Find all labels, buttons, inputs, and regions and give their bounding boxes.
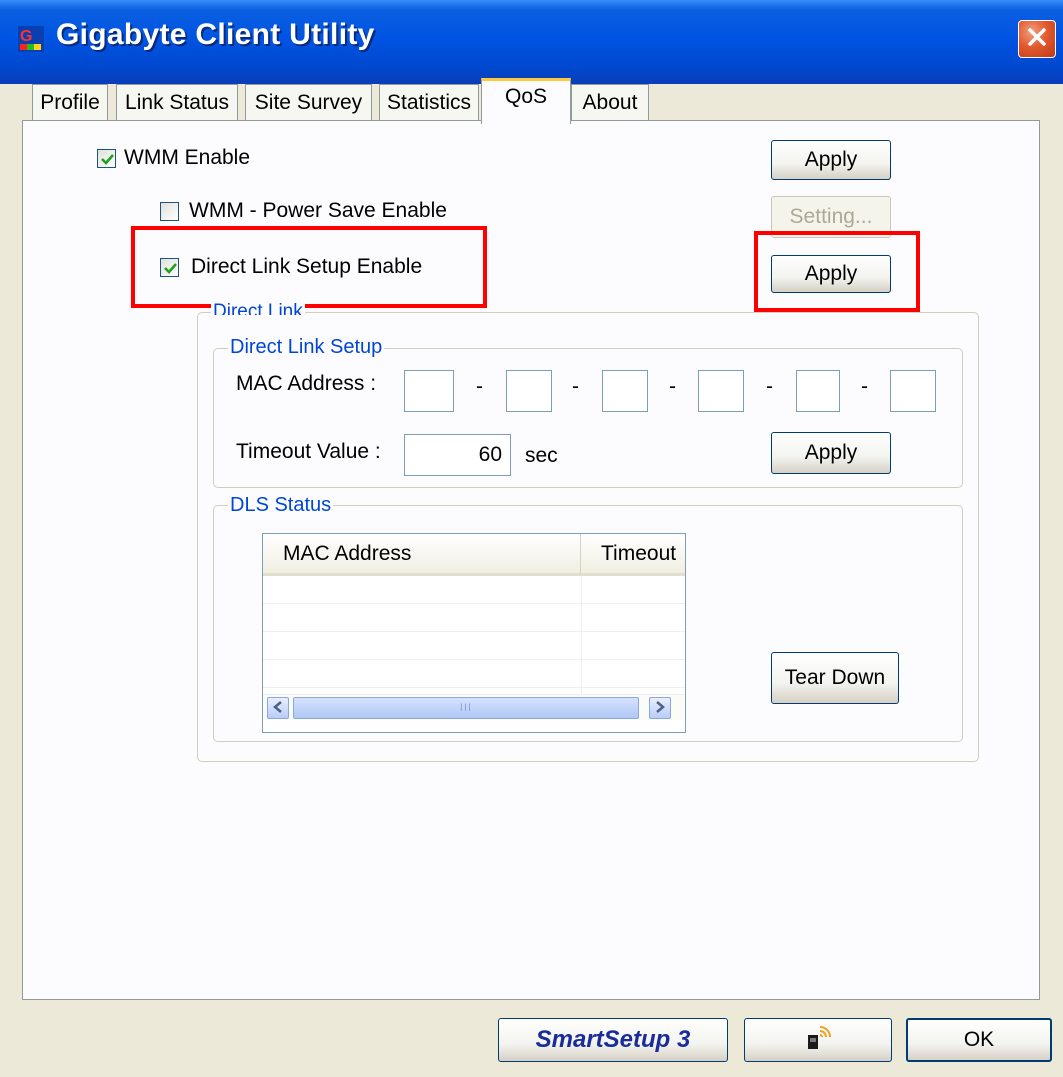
apply-setup-button[interactable]: Apply <box>771 432 891 474</box>
list-row-divider <box>263 631 685 632</box>
list-row-divider <box>263 659 685 660</box>
tear-down-button[interactable]: Tear Down <box>771 652 899 704</box>
tab-qos[interactable]: QoS <box>481 78 571 124</box>
mac-separator: - <box>861 375 868 398</box>
scroll-left-button[interactable] <box>267 697 289 719</box>
mac-separator: - <box>572 375 579 398</box>
list-row-divider <box>263 603 685 604</box>
arrow-left-icon <box>273 700 283 716</box>
mac-octet-4-input[interactable] <box>698 370 744 412</box>
smartsetup-button[interactable]: SmartSetup 3 <box>498 1018 728 1062</box>
wmm-enable-label: WMM Enable <box>124 146 251 169</box>
timeout-unit-label: sec <box>525 444 558 467</box>
timeout-value-input[interactable] <box>404 434 511 476</box>
column-header-timeout[interactable]: Timeout <box>581 534 685 576</box>
scroll-right-button[interactable] <box>649 697 671 719</box>
close-button[interactable] <box>1018 20 1056 58</box>
arrow-right-icon <box>655 700 665 716</box>
mac-separator: - <box>766 375 773 398</box>
direct-link-setup-label: Direct Link Setup <box>228 336 385 359</box>
wmm-enable-checkbox[interactable] <box>97 149 116 168</box>
tab-profile[interactable]: Profile <box>32 84 108 120</box>
horizontal-scrollbar[interactable]: III <box>263 694 685 720</box>
wireless-button[interactable] <box>744 1018 892 1062</box>
tab-site-survey[interactable]: Site Survey <box>245 84 372 120</box>
tab-statistics[interactable]: Statistics <box>379 84 479 120</box>
highlight-direct-link-checkbox <box>131 226 487 308</box>
column-divider <box>581 576 582 694</box>
tab-about[interactable]: About <box>571 84 649 120</box>
tab-link-status[interactable]: Link Status <box>116 84 238 120</box>
highlight-apply-button <box>754 231 920 312</box>
wireless-signal-icon <box>804 1023 832 1057</box>
title-bar[interactable]: G Gigabyte Client Utility <box>0 0 1063 84</box>
mac-octet-5-input[interactable] <box>796 370 840 412</box>
scroll-grip: III <box>459 702 473 714</box>
timeout-value-label: Timeout Value : <box>236 440 381 463</box>
mac-octet-1-input[interactable] <box>404 370 454 412</box>
close-icon <box>1026 26 1048 53</box>
window-title: Gigabyte Client Utility <box>56 18 375 51</box>
column-header-mac[interactable]: MAC Address <box>263 534 581 576</box>
wmm-power-save-label: WMM - Power Save Enable <box>189 199 447 222</box>
wmm-power-save-checkbox[interactable] <box>160 202 179 221</box>
dls-status-label: DLS Status <box>228 494 334 517</box>
svg-text:G: G <box>20 28 32 45</box>
apply-wmm-button[interactable]: Apply <box>771 140 891 180</box>
mac-address-label: MAC Address : <box>236 372 377 395</box>
dls-status-list[interactable]: MAC Address Timeout III <box>262 533 686 733</box>
mac-separator: - <box>476 375 483 398</box>
mac-octet-3-input[interactable] <box>602 370 648 412</box>
ok-button[interactable]: OK <box>906 1018 1052 1062</box>
checkmark-icon <box>101 154 114 165</box>
list-row-divider <box>263 687 685 688</box>
scroll-thumb[interactable]: III <box>293 697 639 719</box>
mac-octet-6-input[interactable] <box>890 370 936 412</box>
gigabyte-logo-icon: G <box>18 26 44 52</box>
mac-separator: - <box>669 375 676 398</box>
mac-octet-2-input[interactable] <box>506 370 552 412</box>
direct-link-group-label: Direct Link <box>211 303 305 315</box>
